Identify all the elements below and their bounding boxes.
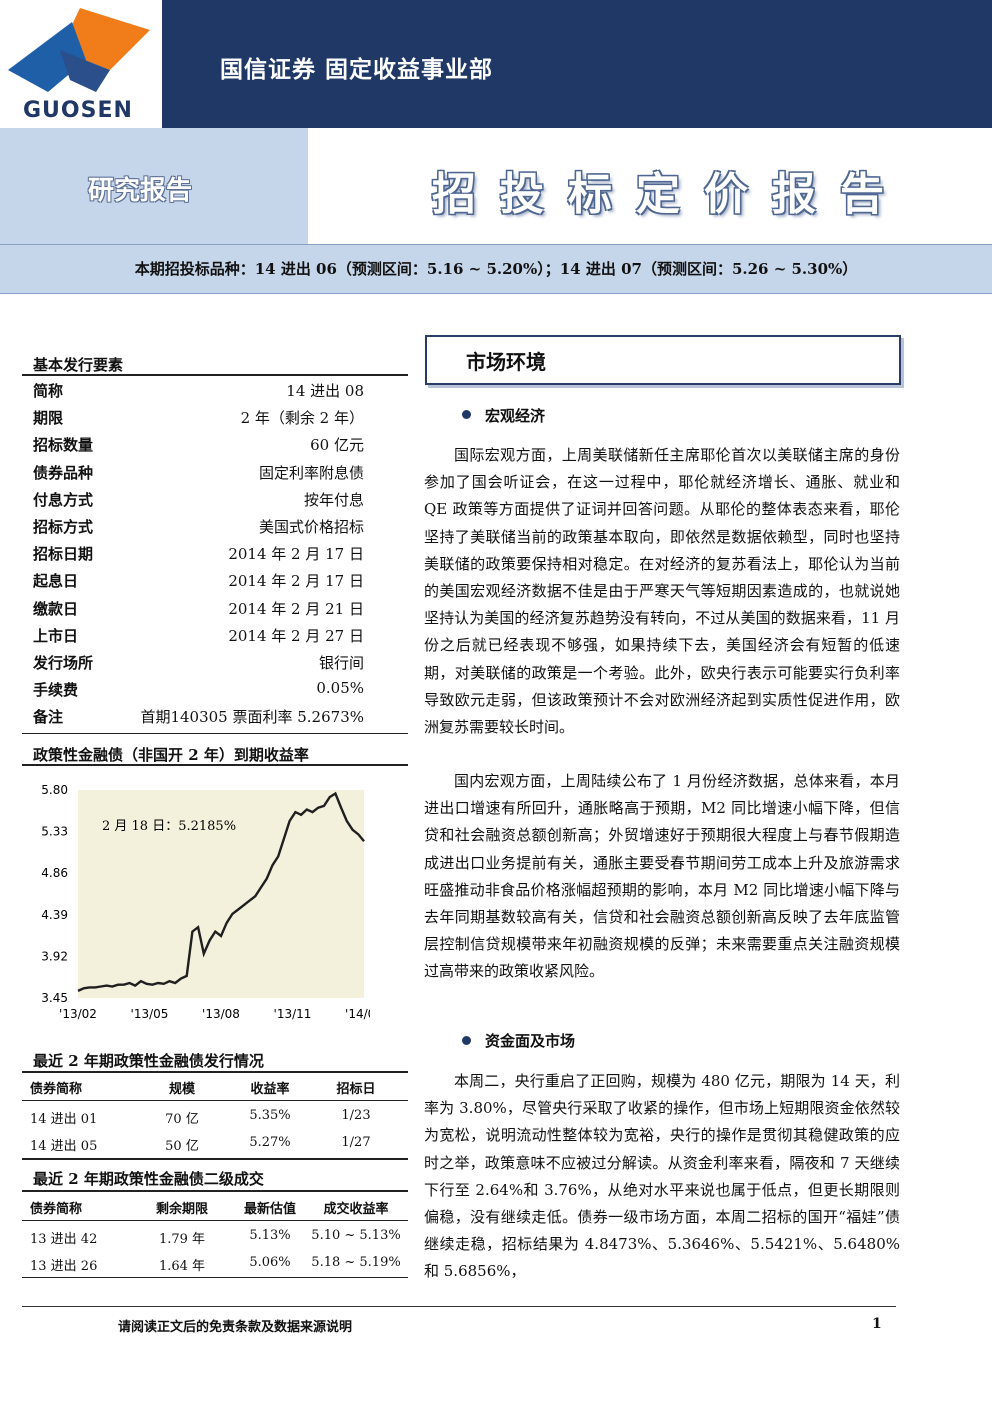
basic-label: 手续费 <box>33 681 79 700</box>
basic-value: 2014 年 2 月 21 日 <box>228 599 364 618</box>
funding-heading: 资金面及市场 <box>485 1032 576 1050</box>
x-tick-label: '13/08 <box>202 1007 240 1021</box>
table-header-cell: 收益率 <box>250 1082 290 1097</box>
y-tick-label: 4.39 <box>41 908 68 922</box>
basic-value: 2014 年 2 月 27 日 <box>228 626 364 645</box>
table-cell: 50 亿 <box>165 1139 199 1154</box>
basic-value: 美国式价格招标 <box>258 518 364 536</box>
basic-label: 招标数量 <box>33 436 94 455</box>
research-label: 研究报告 <box>88 176 193 206</box>
table-cell: 1/27 <box>341 1135 371 1150</box>
divider <box>22 1158 408 1160</box>
table-header-cell: 成交收益率 <box>323 1202 389 1217</box>
table-cell: 13 进出 26 <box>30 1259 98 1274</box>
basic-label: 备注 <box>33 708 64 727</box>
basic-elements-title: 基本发行要素 <box>33 356 124 374</box>
table-cell: 5.13% <box>249 1228 291 1243</box>
footer-disclaimer: 请阅读正文后的免责条款及数据来源说明 <box>118 1320 353 1335</box>
table-cell: 5.35% <box>249 1108 291 1123</box>
macro-paragraph-intl: 国际宏观方面，上周美联储新任主席耶伦首次以美联储主席的身份参加了国会听证会，在这… <box>424 446 900 737</box>
footer-divider <box>22 1306 896 1307</box>
x-tick-label: '13/05 <box>131 1007 169 1021</box>
divider <box>22 733 408 734</box>
issue-table-title: 最近 2 年期政策性金融债发行情况 <box>33 1052 264 1070</box>
page-number: 1 <box>872 1316 882 1332</box>
basic-value: 0.05% <box>316 679 364 698</box>
macro-heading: 宏观经济 <box>485 407 546 425</box>
bullet-icon <box>462 410 471 419</box>
chart-annotation: 2 月 18 日：5.2185% <box>102 819 236 834</box>
divider <box>22 1071 408 1073</box>
trade-table-title: 最近 2 年期政策性金融债二级成交 <box>33 1170 264 1188</box>
basic-label: 缴款日 <box>33 599 79 618</box>
basic-label: 招标日期 <box>33 545 94 564</box>
x-tick-label: '13/02 <box>59 1007 97 1021</box>
table-cell: 1.64 年 <box>158 1259 206 1274</box>
divider <box>22 1220 408 1221</box>
basic-label: 期限 <box>33 409 64 428</box>
table-header-cell: 规模 <box>168 1082 195 1097</box>
table-cell: 5.27% <box>249 1135 291 1150</box>
macro-paragraph-domestic: 国内宏观方面，上周陆续公布了 1 月份经济数据，总体来看，本月进出口增速有所回升… <box>424 772 900 981</box>
table-cell: 14 进出 01 <box>30 1112 98 1127</box>
basic-value: 按年付息 <box>303 490 364 509</box>
y-tick-label: 5.80 <box>41 783 68 797</box>
divider <box>22 1100 408 1101</box>
table-cell: 14 进出 05 <box>30 1139 98 1154</box>
basic-label: 债券品种 <box>33 463 94 482</box>
department-name: 国信证券 固定收益事业部 <box>220 56 494 83</box>
divider <box>22 374 408 376</box>
table-header-cell: 债券简称 <box>30 1202 83 1217</box>
basic-value: 首期140305 票面利率 5.2673% <box>140 708 364 727</box>
divider <box>22 764 408 766</box>
subtitle: 本期招投标品种：14 进出 06（预测区间：5.16 ~ 5.20%）；14 进… <box>134 260 858 278</box>
basic-label: 简称 <box>33 382 64 400</box>
market-title: 市场环境 <box>466 350 546 374</box>
basic-value: 2014 年 2 月 17 日 <box>228 572 364 591</box>
guosen-logo-mark-icon <box>8 8 150 92</box>
x-tick-label: '14/02 <box>345 1007 370 1021</box>
y-tick-label: 3.92 <box>41 949 68 963</box>
y-tick-label: 5.33 <box>41 825 68 839</box>
table-header-cell: 剩余期限 <box>155 1202 208 1217</box>
basic-label: 付息方式 <box>33 490 94 509</box>
bullet-icon <box>462 1036 471 1045</box>
table-cell: 5.18 ~ 5.19% <box>311 1255 401 1270</box>
basic-label: 上市日 <box>33 626 79 645</box>
yield-chart: 5.80 5.33 4.86 4.39 3.92 3.45 '13/02 '13/05 '13… <box>41 783 370 1021</box>
table-header-cell: 招标日 <box>336 1082 376 1097</box>
basic-value: 银行间 <box>318 654 364 672</box>
y-tick-label: 3.45 <box>41 991 68 1005</box>
divider <box>22 1277 408 1278</box>
basic-value: 2 年（剩余 2 年） <box>240 409 364 428</box>
report-title: 招投标定价报告 <box>432 169 908 220</box>
logo-text: GUOSEN <box>23 98 133 123</box>
funding-paragraph: 本周二，央行重启了正回购，规模为 480 亿元，期限为 14 天，利率为 3.8… <box>424 1072 900 1281</box>
table-cell: 1/23 <box>341 1108 371 1123</box>
table-cell: 70 亿 <box>165 1112 199 1127</box>
table-cell: 1.79 年 <box>158 1232 206 1247</box>
divider <box>22 1190 408 1192</box>
table-header-cell: 最新估值 <box>243 1202 296 1217</box>
table-header-cell: 债券简称 <box>30 1082 83 1097</box>
basic-value: 14 进出 08 <box>286 382 364 400</box>
table-cell: 13 进出 42 <box>30 1232 98 1247</box>
y-tick-label: 4.86 <box>41 866 68 880</box>
chart-title: 政策性金融债（非国开 2 年）到期收益率 <box>33 746 309 764</box>
table-cell: 5.10 ~ 5.13% <box>311 1228 401 1243</box>
basic-value: 60 亿元 <box>310 436 364 455</box>
table-cell: 5.06% <box>249 1255 291 1270</box>
basic-value: 2014 年 2 月 17 日 <box>228 545 364 564</box>
x-tick-label: '13/11 <box>274 1007 312 1021</box>
basic-label: 起息日 <box>33 572 79 591</box>
basic-value: 固定利率附息债 <box>258 463 364 482</box>
basic-label: 发行场所 <box>33 654 94 672</box>
basic-label: 招标方式 <box>33 518 94 536</box>
